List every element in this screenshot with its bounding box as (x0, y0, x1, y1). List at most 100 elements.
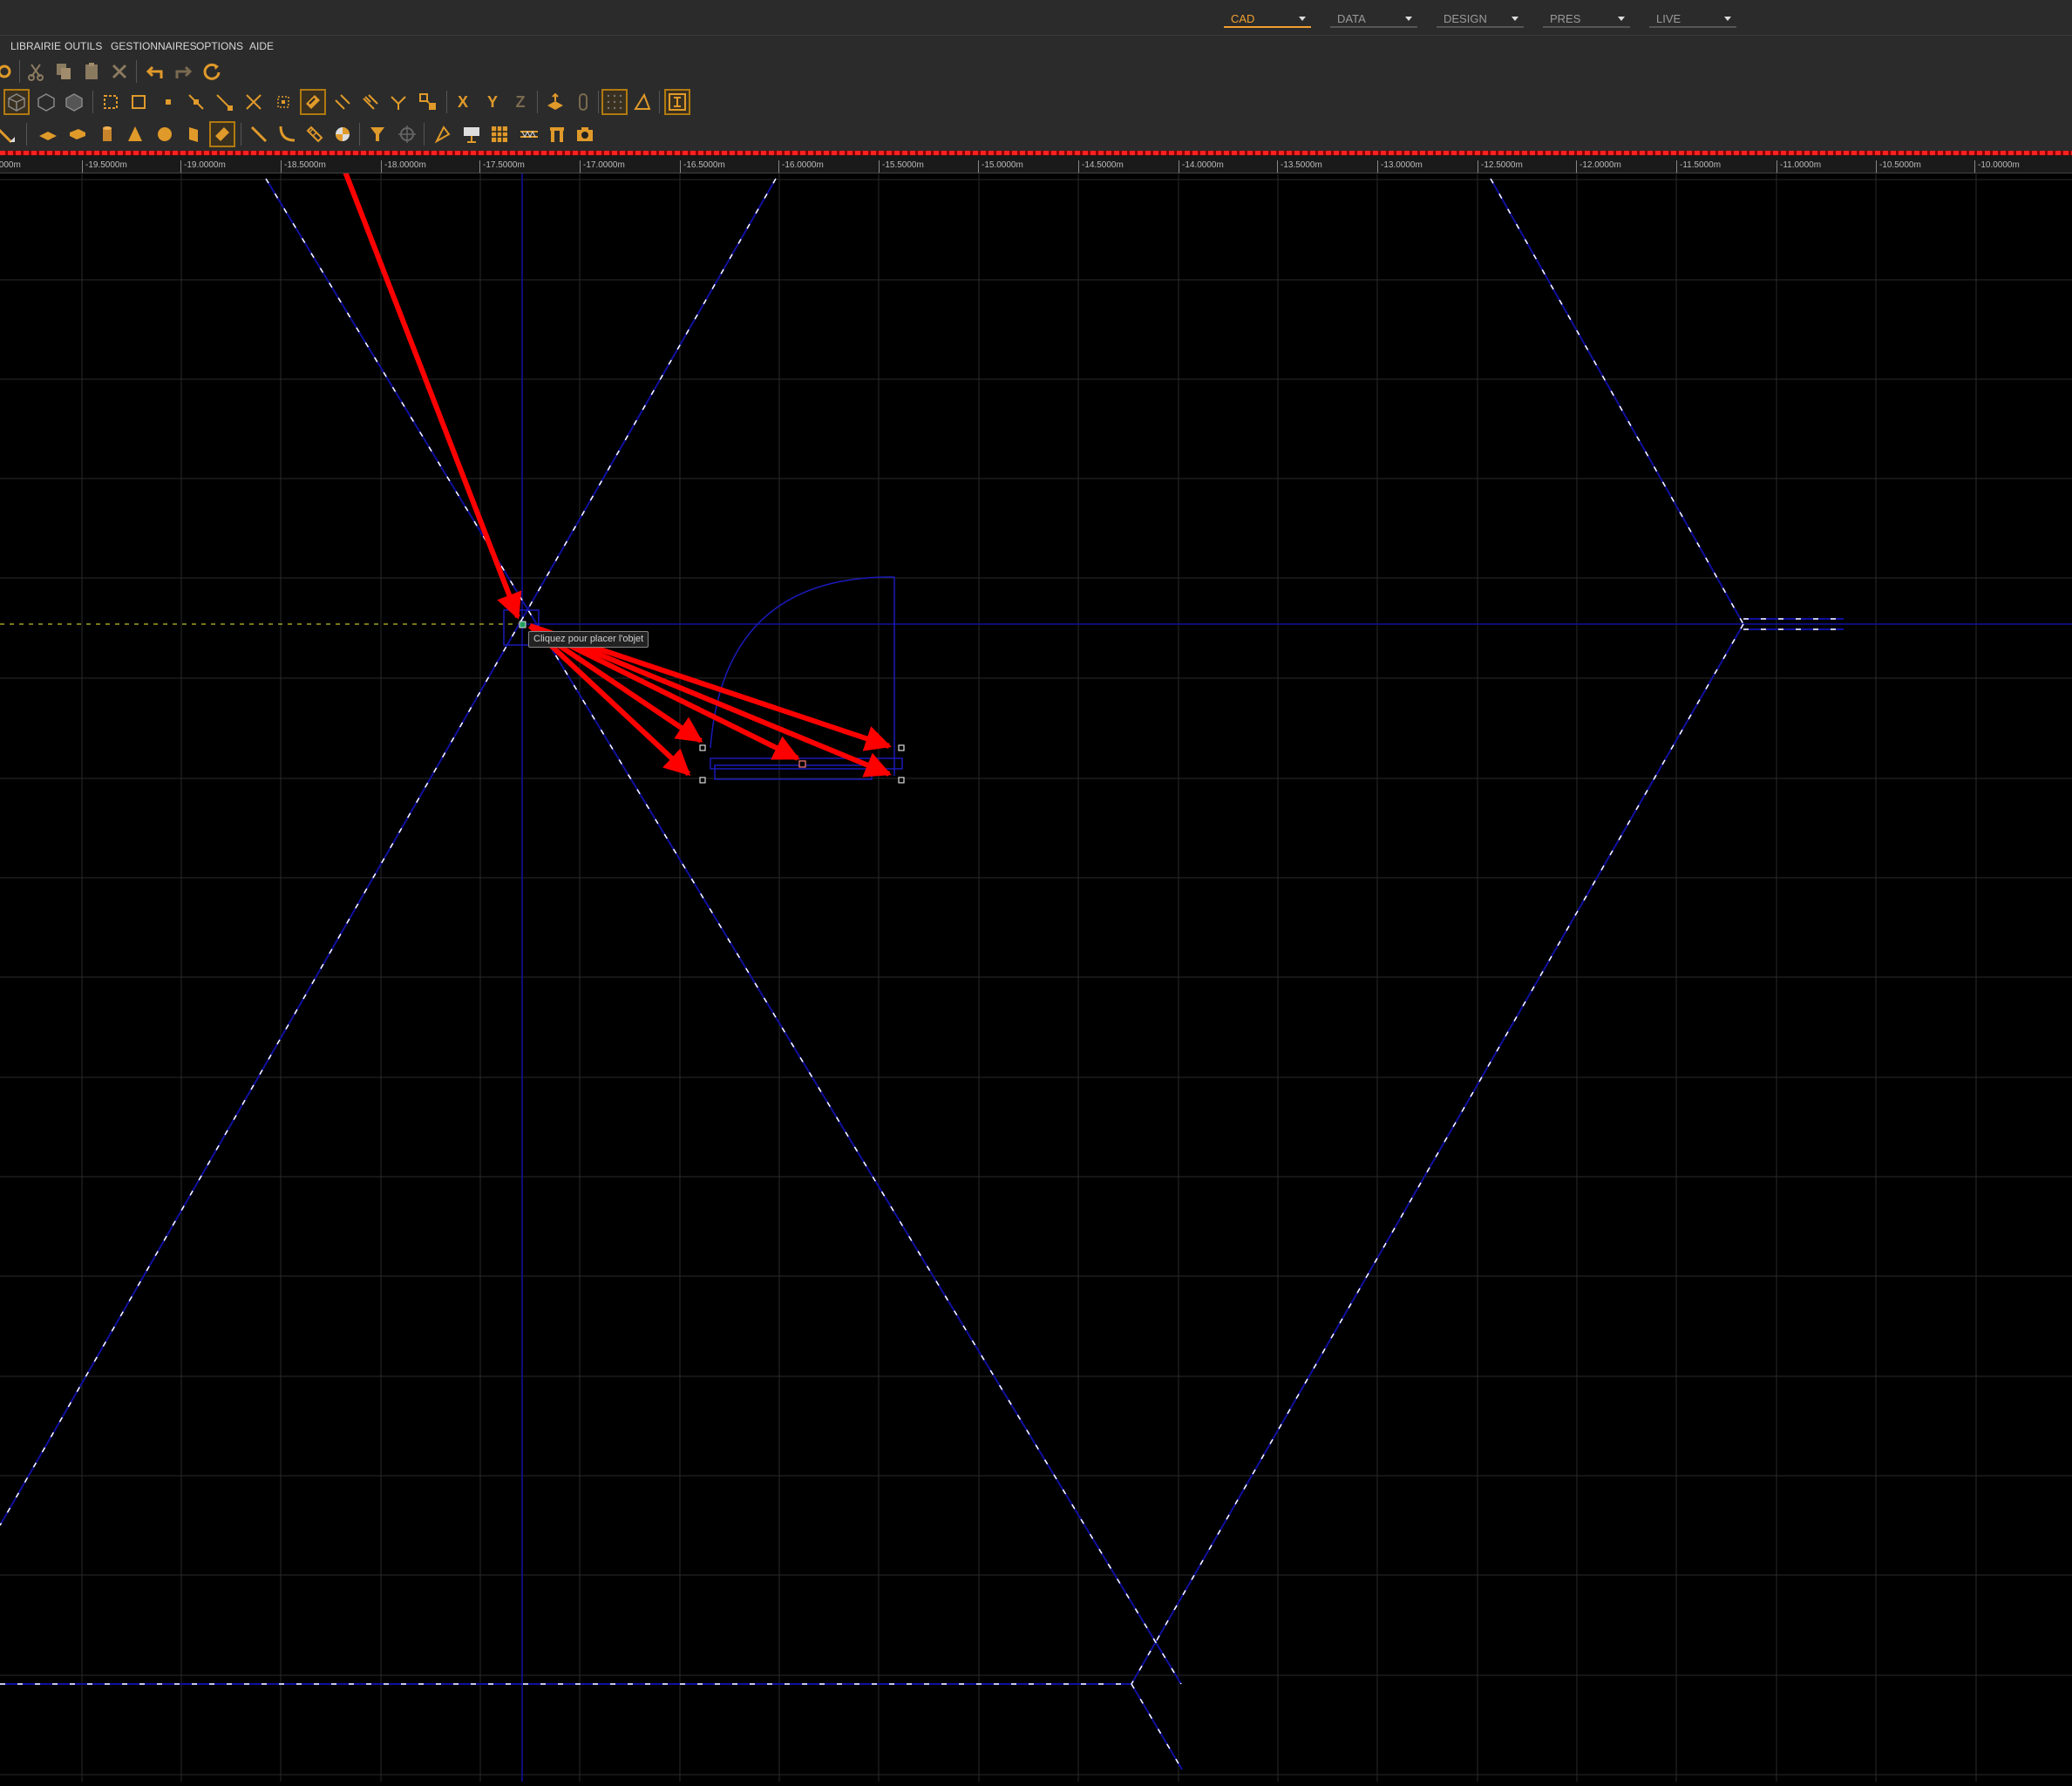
ruler-tick-label: -13.5000m (1277, 160, 1322, 173)
ruler-tick-label: -13.0000m (1377, 160, 1423, 173)
line-tool-icon[interactable] (248, 123, 270, 146)
ruler-tick-label: -15.5000m (879, 160, 924, 173)
cone-icon[interactable] (124, 123, 146, 146)
axis-x-button[interactable]: X (452, 91, 474, 113)
menu-bar: LIBRAIRIE OUTILS GESTIONNAIRES OPTIONS A… (0, 36, 2072, 57)
chevron-down-icon (1405, 17, 1412, 21)
cube-wire-icon[interactable] (35, 91, 58, 113)
snap-point-icon[interactable] (157, 91, 180, 113)
snap-center-icon[interactable] (272, 91, 295, 113)
snap-line-icon[interactable] (185, 91, 207, 113)
mode-tab-live[interactable]: LIVE (1649, 12, 1736, 28)
cube-solid-icon[interactable] (63, 91, 85, 113)
axis-z-button[interactable]: Z (509, 91, 532, 113)
ruler-tick-label: -10.5000m (1876, 160, 1921, 173)
undo-icon[interactable] (143, 60, 166, 83)
chevron-down-icon (1299, 17, 1306, 21)
elevation-icon[interactable] (544, 91, 567, 113)
select-box-icon[interactable] (99, 91, 122, 113)
ruler-tick-label: -12.0000m (1576, 160, 1621, 173)
ruler-tick-label: -18.5000m (281, 160, 326, 173)
ruler-tick-label: -19.0000m (180, 160, 226, 173)
chevron-down-icon (1724, 17, 1731, 21)
place-object-icon[interactable] (300, 89, 326, 115)
delete-icon[interactable] (108, 60, 131, 83)
wall-tool-icon[interactable] (303, 123, 326, 146)
ruler-tick-label: -16.0000m (778, 160, 824, 173)
gear-icon[interactable] (0, 60, 16, 83)
mode-tab-data[interactable]: DATA (1330, 12, 1417, 28)
ruler-tick-label: -14.0000m (1179, 160, 1224, 173)
measure-icon[interactable] (0, 123, 17, 146)
insertion-point (519, 621, 526, 628)
mode-tab-pres[interactable]: PRES (1543, 12, 1630, 28)
refresh-icon[interactable] (200, 60, 223, 83)
cad-viewport[interactable] (0, 112, 2072, 1782)
mode-tab-cad[interactable]: CAD (1224, 12, 1311, 28)
truss-icon[interactable] (518, 123, 540, 146)
spot-light-icon[interactable] (432, 123, 455, 146)
snap-perpendicular-icon[interactable] (359, 91, 382, 113)
ruler-tick-label: -19.5000m (82, 160, 127, 173)
placement-tooltip: Cliquez pour placer l'objet (528, 631, 649, 648)
ruler-tick-label: -10.0000m (1974, 160, 2020, 173)
arch-icon[interactable] (546, 123, 568, 146)
snap-parallel-icon[interactable] (331, 91, 354, 113)
sphere-icon[interactable] (153, 123, 176, 146)
copy-icon[interactable] (52, 60, 75, 83)
viewport-drawing (0, 112, 2072, 1782)
menu-gestionnaires[interactable]: GESTIONNAIRES (111, 40, 197, 52)
ruler-tick-label: -18.0000m (381, 160, 426, 173)
slab-icon[interactable] (37, 123, 59, 146)
cylinder-icon[interactable] (96, 123, 119, 146)
place-library-object-icon[interactable] (209, 121, 235, 147)
axis-y-button[interactable]: Y (481, 91, 504, 113)
grid (0, 173, 2072, 1782)
camera-icon[interactable] (574, 123, 596, 146)
mode-tab-design[interactable]: DESIGN (1437, 12, 1524, 28)
ruler-tick-label: -12.5000m (1478, 160, 1523, 173)
select-frame-icon[interactable] (127, 91, 150, 113)
chevron-down-icon (1618, 17, 1625, 21)
door-icon[interactable] (183, 123, 206, 146)
snap-intersect-icon[interactable] (242, 91, 265, 113)
chevron-down-icon (1512, 17, 1518, 21)
ruler-tick-label: -17.0000m (580, 160, 625, 173)
ruler-tick-label: -11.5000m (1676, 160, 1721, 173)
ruler-tick-label: -16.5000m (680, 160, 725, 173)
snap-grid-icon[interactable] (417, 91, 439, 113)
grid-toggle-icon[interactable] (601, 89, 628, 115)
snap-angle-icon[interactable] (387, 91, 410, 113)
paste-icon[interactable] (80, 60, 103, 83)
menu-aide[interactable]: AIDE (249, 40, 274, 52)
edit-toolbar (0, 57, 2072, 87)
box-icon[interactable] (66, 123, 89, 146)
ruler-tick-label: -14.5000m (1078, 160, 1124, 173)
construction-lines (0, 178, 1844, 1770)
objects-toolbar (0, 118, 2072, 151)
horizontal-ruler: -20.0000m -19.5000m -19.0000m -18.5000m … (0, 155, 2072, 173)
arc-tool-icon[interactable] (275, 123, 298, 146)
menu-options[interactable]: OPTIONS (196, 40, 243, 52)
menu-outils[interactable]: OUTILS (65, 40, 102, 52)
cut-icon[interactable] (24, 60, 47, 83)
menu-librairie[interactable]: LIBRAIRIE (10, 40, 61, 52)
redo-icon[interactable] (173, 60, 195, 83)
target-disabled-icon[interactable] (396, 123, 418, 146)
ruler-tick-label: -17.5000m (479, 160, 525, 173)
snap-end-icon[interactable] (213, 91, 235, 113)
angle-snap-icon[interactable] (631, 91, 654, 113)
screen-icon[interactable] (460, 123, 483, 146)
ruler-tick-label: -20.0000m (0, 160, 21, 173)
cad-toolbar: X Y Z (0, 87, 2072, 118)
target-icon[interactable] (331, 123, 354, 146)
ortho-mode-icon[interactable] (664, 89, 690, 115)
texture-icon[interactable] (488, 123, 511, 146)
light-icon[interactable] (366, 123, 389, 146)
ruler-tick-label: -15.0000m (978, 160, 1023, 173)
cube-view-icon[interactable] (3, 89, 30, 115)
selection-handles[interactable] (699, 744, 905, 784)
top-mode-bar: CAD DATA DESIGN PRES LIVE (0, 0, 2072, 36)
ruler-tick-label: -11.0000m (1776, 160, 1821, 173)
attach-icon[interactable] (572, 91, 594, 113)
